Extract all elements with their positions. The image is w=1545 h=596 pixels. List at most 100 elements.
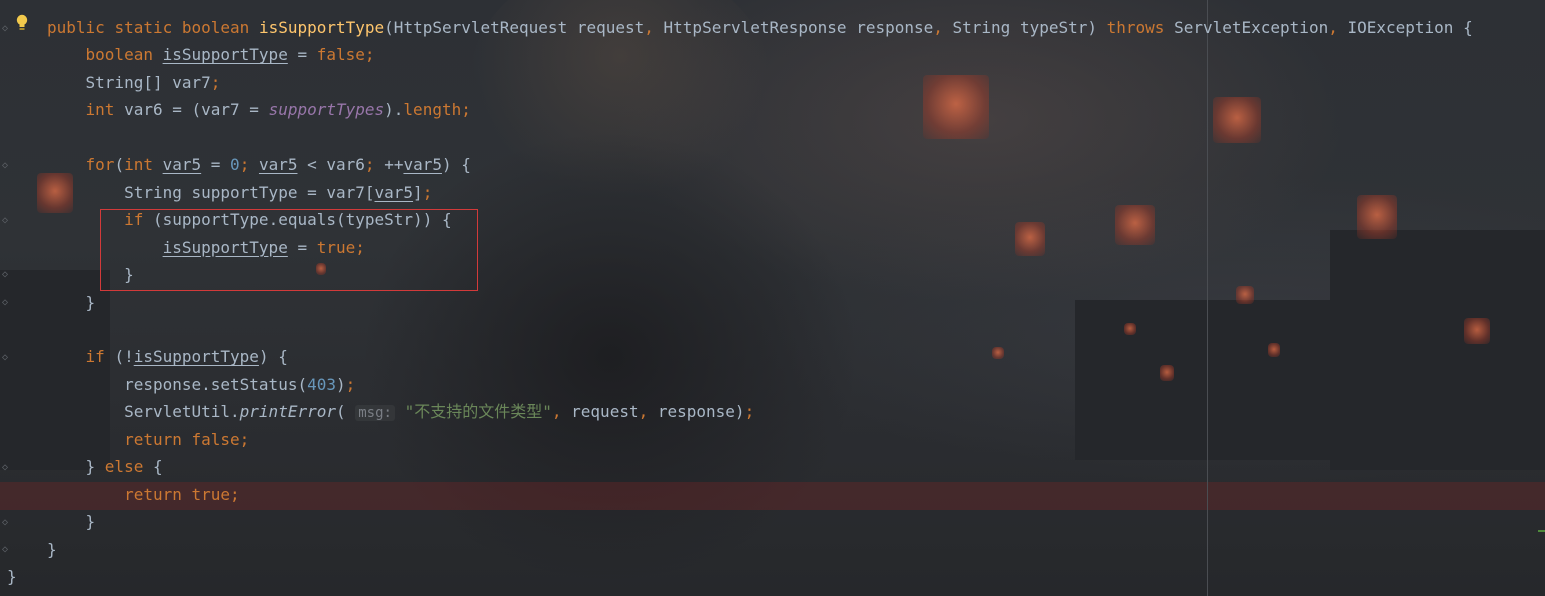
code-token: if [47,210,153,230]
background-lantern [923,75,989,139]
fold-marker-icon[interactable]: ◇ [2,298,12,308]
code-token: String[] var7 [47,72,211,92]
code-token: HttpServletResponse response [663,18,934,37]
code-token: if [47,347,115,367]
code-line[interactable]: } [47,508,96,535]
code-token: var5 [374,182,414,202]
code-token: ServletUtil. [47,402,240,422]
code-token: var5 [258,155,298,175]
code-token: return [47,429,192,449]
code-token: String typeStr) [952,18,1107,37]
code-token: String supportType = var7[ [47,182,375,202]
code-token: , [638,402,658,422]
code-token: = [287,45,317,65]
code-token: ; [422,182,433,202]
code-line[interactable]: for(int var5 = 0; var5 < var6; ++var5) { [47,151,471,178]
code-line[interactable]: boolean isSupportType = false; [47,41,375,68]
code-token: "不支持的文件类型" [404,402,552,422]
code-token: isSupportType [162,45,288,65]
code-token: = [201,155,231,175]
code-token: ; [744,402,755,422]
code-token: ; [364,45,375,65]
code-token: ; [230,484,240,504]
code-token: IOException { [1347,18,1473,37]
code-line[interactable]: String[] var7; [47,69,221,96]
code-token: false [316,45,365,65]
code-line[interactable]: ServletUtil.printError( msg: "不支持的文件类型",… [47,398,754,425]
code-token: ] [413,182,423,202]
code-line[interactable]: if (!isSupportType) { [47,343,288,370]
background-lantern [1160,365,1174,381]
code-line[interactable]: } [47,289,96,316]
code-token: ; [355,237,365,257]
code-line[interactable]: return false; [47,426,249,453]
code-token: boolean [181,18,259,37]
code-token: var6 = (var7 = [124,100,269,120]
code-token: public [47,18,115,37]
code-token: < var6 [297,155,365,175]
code-token: isSupportType [133,347,259,367]
background-lantern [1015,222,1045,256]
code-line[interactable]: } else { [47,453,163,480]
code-token: = [287,237,317,257]
code-token: isSupportType [258,18,385,37]
code-token: (! [114,347,134,367]
parameter-hint: msg: [355,405,395,422]
code-token: } [47,265,134,285]
code-token: isSupportType [162,237,288,257]
code-token: request [571,402,639,422]
background-lantern [1124,323,1136,335]
code-token: ; [210,72,221,92]
code-token: ). [384,100,404,120]
fold-marker-icon[interactable]: ◇ [2,24,12,34]
code-token: response) [657,402,745,422]
background-lantern [1268,343,1280,357]
code-line[interactable]: } [7,563,17,590]
code-token: throws [1106,18,1175,37]
background-lantern [1236,286,1254,304]
background-lantern [1213,97,1261,143]
code-token: } [47,292,96,312]
code-line[interactable]: return true; [47,481,240,508]
code-token: } [7,567,17,586]
background-lantern [1115,205,1155,245]
code-line[interactable]: public static boolean isSupportType(Http… [47,14,1473,41]
code-token: } [47,512,96,532]
code-line[interactable]: isSupportType = true; [47,234,365,261]
code-line[interactable]: } [47,261,134,288]
code-token: ) [336,374,346,394]
code-token: supportTypes [268,100,385,120]
code-token: else [104,457,153,477]
code-token: boolean [47,45,163,65]
code-token: for [47,155,115,175]
background-lantern [1357,195,1397,239]
fold-marker-icon[interactable]: ◇ [2,518,12,528]
code-line[interactable]: String supportType = var7[var5]; [47,179,432,206]
code-token: , [933,18,953,37]
fold-marker-icon[interactable]: ◇ [2,270,12,280]
code-line[interactable]: if (supportType.equals(typeStr)) { [47,206,452,233]
background-building [1330,230,1545,470]
code-token: ) { [258,347,288,367]
code-token: true [316,237,356,257]
background-lantern [992,347,1004,359]
fold-marker-icon[interactable]: ◇ [2,353,12,363]
fold-marker-icon[interactable]: ◇ [2,463,12,473]
fold-marker-icon[interactable]: ◇ [2,161,12,171]
code-token: ( [114,155,125,175]
code-token: ( [335,402,356,422]
right-margin-guide [1207,0,1208,596]
code-line[interactable]: int var6 = (var7 = supportTypes).length; [47,96,471,123]
lightbulb-icon[interactable] [15,14,29,32]
code-line[interactable]: response.setStatus(403); [47,371,355,398]
fold-marker-icon[interactable]: ◇ [2,545,12,555]
code-token: ; [239,155,259,175]
code-token: false [191,429,240,449]
code-token: } [47,457,105,477]
code-token: printError [239,402,336,422]
code-token: (HttpServletRequest request [384,18,645,37]
code-line[interactable]: } [47,536,57,563]
code-token: ++ [384,155,404,175]
code-token: ServletException [1174,18,1329,37]
fold-marker-icon[interactable]: ◇ [2,216,12,226]
